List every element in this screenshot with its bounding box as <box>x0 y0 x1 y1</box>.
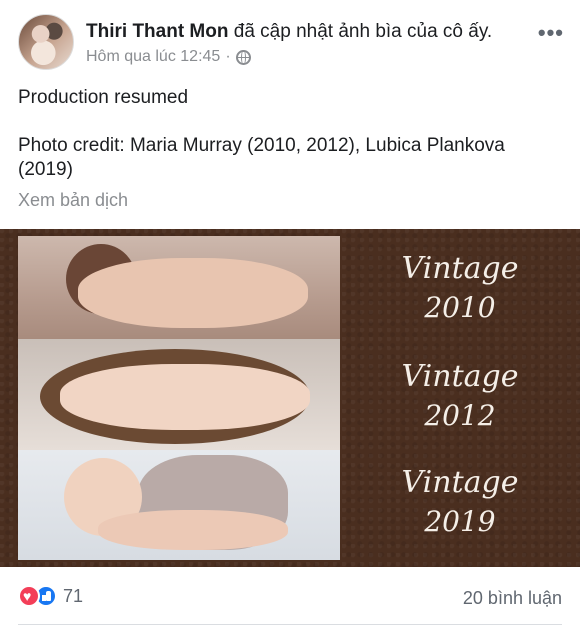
love-icon <box>18 585 40 607</box>
post-text: Production resumed Photo credit: Maria M… <box>18 86 563 182</box>
vintage-word: Vintage <box>401 465 519 500</box>
more-options-icon[interactable]: ••• <box>538 22 564 44</box>
baby-photo-2019 <box>18 450 340 560</box>
baby-figure <box>78 258 308 328</box>
baby-figure <box>60 364 310 430</box>
post-text-line: Production resumed <box>18 87 189 108</box>
timestamp[interactable]: Hôm qua lúc 12:45 <box>86 48 220 66</box>
post-meta: Hôm qua lúc 12:45 · <box>86 48 251 66</box>
author-line: Thiri Thant Mon đã cập nhật ảnh bìa của … <box>86 20 492 44</box>
photo-credit: Photo credit: Maria Murray (2010, 2012),… <box>18 135 505 180</box>
vintage-label-2010: Vintage 2010 <box>350 251 570 325</box>
vintage-word: Vintage <box>401 359 519 394</box>
vintage-year: 2010 <box>424 291 496 324</box>
vintage-year: 2012 <box>424 399 496 432</box>
author-name[interactable]: Thiri Thant Mon <box>86 21 228 42</box>
divider <box>18 624 562 625</box>
meta-separator: · <box>225 48 231 65</box>
baby-figure <box>98 510 288 550</box>
cover-photo[interactable]: Vintage 2010 Vintage 2012 Vintage 2019 <box>0 229 580 567</box>
vintage-year: 2019 <box>424 505 496 538</box>
vintage-label-2019: Vintage 2019 <box>350 465 570 539</box>
vintage-word: Vintage <box>401 251 519 286</box>
baby-photo-2012 <box>18 339 340 450</box>
comment-count[interactable]: 20 bình luận <box>463 588 562 609</box>
globe-icon[interactable] <box>235 49 251 65</box>
avatar[interactable] <box>18 14 74 70</box>
see-translation-link[interactable]: Xem bản dịch <box>18 190 128 211</box>
reactions-summary[interactable]: 71 <box>18 585 83 607</box>
vintage-label-2012: Vintage 2012 <box>350 359 570 433</box>
post-action-text: đã cập nhật ảnh bìa của cô ấy. <box>233 21 493 42</box>
baby-photo-2010 <box>18 236 340 339</box>
post-header: Thiri Thant Mon đã cập nhật ảnh bìa của … <box>18 14 566 74</box>
reaction-count: 71 <box>63 585 84 606</box>
